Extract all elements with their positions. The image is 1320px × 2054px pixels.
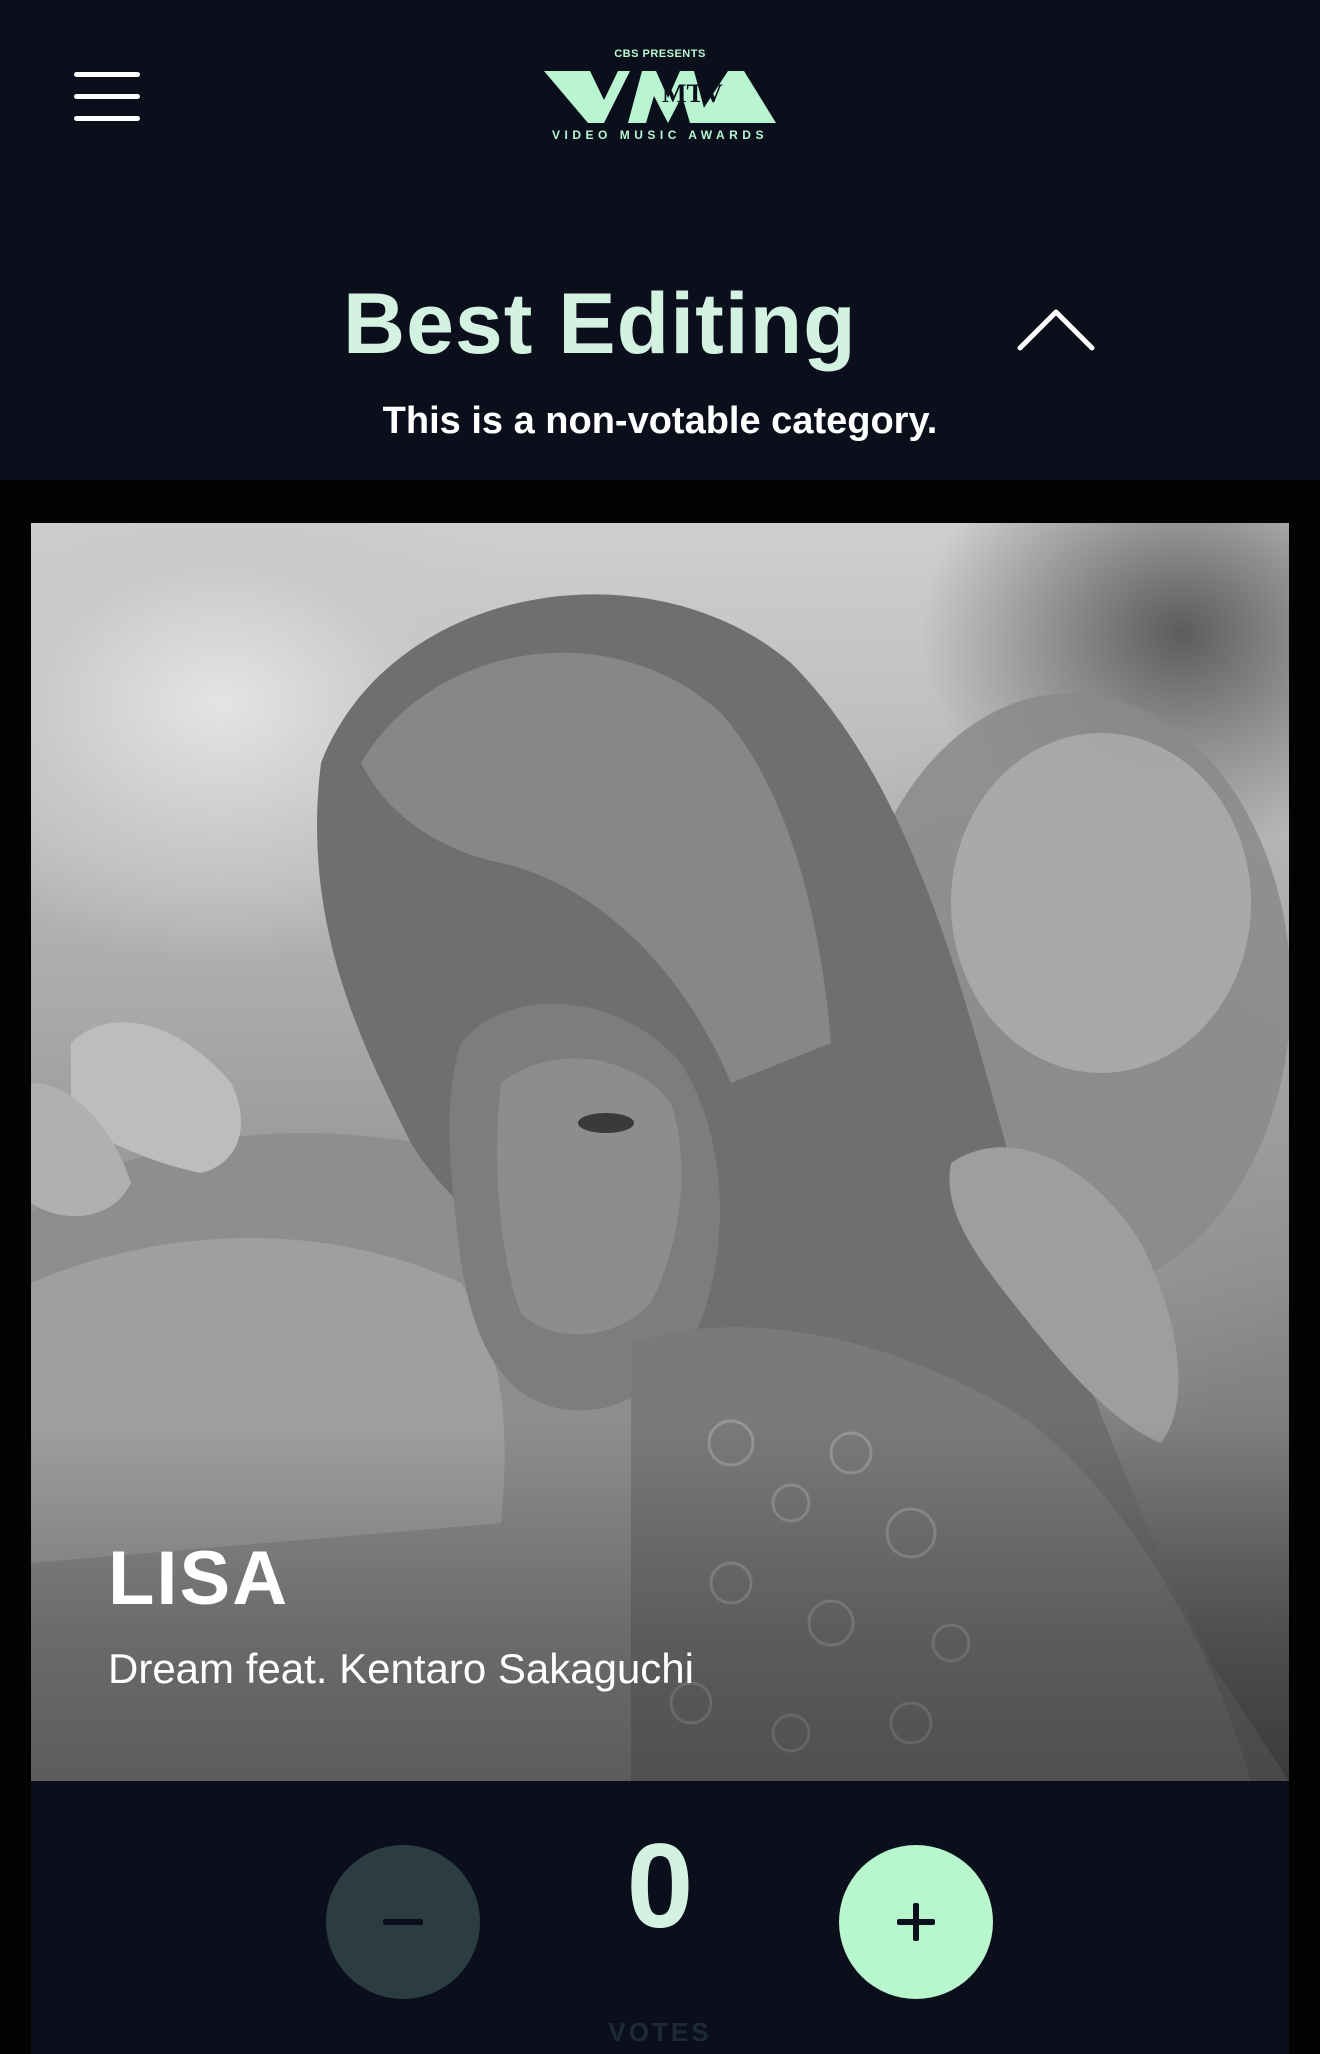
nominee-photo[interactable]: LISA Dream feat. Kentaro Sakaguchi: [31, 523, 1289, 1781]
vote-label: VOTES: [608, 2017, 712, 2047]
artist-name: LISA: [108, 1536, 290, 1621]
category-title-row: Best Editing: [0, 274, 1320, 374]
vma-logo[interactable]: CBS PRESENTS MTV VIDEO MUSIC AWARDS: [542, 48, 778, 148]
vma-wordmark-logo: MTV: [544, 71, 776, 123]
nominee-list: LISA Dream feat. Kentaro Sakaguchi 0 VOT…: [0, 480, 1320, 2054]
vote-count: 0: [626, 1819, 694, 1953]
non-votable-note: This is a non-votable category.: [382, 400, 938, 442]
chevron-up-icon[interactable]: [1016, 302, 1096, 354]
top-header: CBS PRESENTS MTV VIDEO MUSIC AWARDS: [0, 0, 1320, 230]
page: CBS PRESENTS MTV VIDEO MUSIC AWARDS Best…: [0, 0, 1320, 2054]
nominee-card: LISA Dream feat. Kentaro Sakaguchi 0 VOT…: [31, 523, 1289, 2054]
logo-subtitle: VIDEO MUSIC AWARDS: [552, 128, 768, 142]
hamburger-menu-icon[interactable]: [74, 70, 142, 124]
song-title: Dream feat. Kentaro Sakaguchi: [108, 1645, 694, 1692]
category-title: Best Editing: [343, 276, 857, 372]
plus-icon[interactable]: [839, 1845, 993, 1999]
logo-presents-text: CBS PRESENTS: [614, 48, 706, 60]
category-header: Best Editing This is a non-votable categ…: [0, 230, 1320, 480]
logo-mtv-text: MTV: [662, 79, 723, 108]
minus-icon[interactable]: [326, 1845, 480, 1999]
vote-controls: 0 VOTES: [31, 1781, 1289, 2054]
